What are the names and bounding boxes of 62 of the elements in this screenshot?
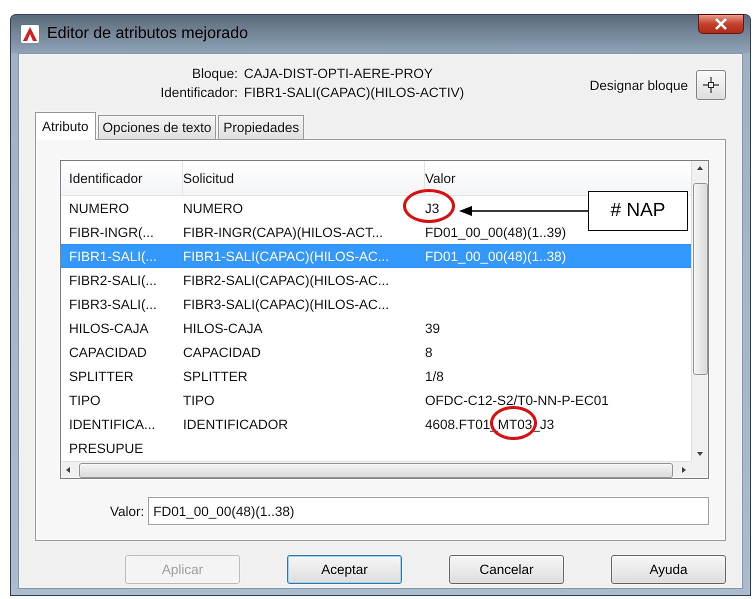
value-label: Valor: — [110, 504, 144, 518]
dialog-button[interactable]: Aceptar — [287, 555, 402, 584]
table-cell: FIBR2-SALI(... — [69, 272, 157, 288]
table-cell: FD01_00_00(48)(1..39) — [425, 224, 566, 240]
table-cell: TIPO — [69, 392, 101, 408]
table-cell: NUMERO — [69, 200, 129, 216]
info-value: FIBR1-SALI(CAPAC)(HILOS-ACTIV) — [244, 85, 466, 100]
table-cell: PRESUPUE — [69, 440, 144, 456]
table-cell: 1/8 — [425, 368, 444, 384]
table-cell: SPLITTER — [183, 368, 248, 384]
dialog-button[interactable]: Ayuda — [611, 555, 726, 584]
close-icon — [714, 18, 728, 30]
value-input[interactable]: FD01_00_00(48)(1..38) — [148, 497, 709, 525]
info-label: Bloque: — [191, 66, 238, 81]
attribute-row[interactable]: NUMERO NUMERO J3 — [61, 196, 440, 220]
table-cell: TIPO — [183, 392, 215, 408]
tab[interactable]: Propiedades — [218, 115, 304, 139]
table-cell: FIBR3-SALI(CAPAC)(HILOS-AC... — [183, 296, 390, 312]
table-cell: FIBR1-SALI(... — [69, 248, 157, 264]
attribute-row[interactable]: FIBR-INGR(... FIBR-INGR(CAPA)(HILOS-ACT... FD01_00_00(48)(1..39) — [61, 220, 566, 244]
table-cell: FIBR1-SALI(CAPAC)(HILOS-AC... — [183, 248, 390, 264]
attribute-row[interactable]: TIPO TIPO OFDC-C12-S2/T0-NN-P-EC01 — [61, 388, 609, 412]
table-cell: IDENTIFICADOR — [183, 416, 288, 432]
crosshair-icon — [703, 77, 719, 93]
attribute-row[interactable]: HILOS-CAJA HILOS-CAJA 39 — [61, 316, 440, 340]
select-block-button[interactable] — [696, 70, 726, 100]
table-cell: IDENTIFICA... — [69, 416, 156, 432]
column-header[interactable]: Identificador — [69, 161, 183, 195]
close-button[interactable] — [698, 14, 744, 34]
table-cell: J3 — [425, 200, 440, 216]
window-title: Editor de atributos mejorado — [47, 25, 249, 43]
table-cell: SPLITTER — [69, 368, 134, 384]
tab[interactable]: Opciones de texto — [98, 115, 216, 139]
table-cell: CAPACIDAD — [69, 344, 147, 360]
tab[interactable]: Atributo — [35, 112, 96, 140]
callout-label: # NAP — [588, 191, 688, 231]
dialog-button[interactable]: Cancelar — [449, 555, 564, 584]
info-label: Identificador: — [160, 85, 238, 100]
table-cell: 8 — [425, 344, 433, 360]
attribute-row[interactable]: PRESUPUE — [61, 436, 425, 460]
table-cell: NUMERO — [183, 200, 243, 216]
attribute-row[interactable]: FIBR3-SALI(... FIBR3-SALI(CAPAC)(HILOS-AC... — [61, 292, 425, 316]
horizontal-scrollbar[interactable] — [61, 461, 691, 478]
table-cell: HILOS-CAJA — [183, 320, 263, 336]
attribute-row[interactable]: SPLITTER SPLITTER 1/8 — [61, 364, 444, 388]
vertical-scrollbar[interactable] — [691, 161, 708, 461]
table-cell: 39 — [425, 320, 440, 336]
app-logo-icon — [21, 25, 39, 43]
table-cell: OFDC-C12-S2/T0-NN-P-EC01 — [425, 392, 609, 408]
column-header[interactable]: Solicitud — [183, 161, 425, 195]
table-cell: FD01_00_00(48)(1..38) — [425, 248, 566, 264]
table-cell: CAPACIDAD — [183, 344, 261, 360]
attribute-row[interactable]: CAPACIDAD CAPACIDAD 8 — [61, 340, 433, 364]
info-value: CAJA-DIST-OPTI-AERE-PROY — [244, 66, 434, 81]
table-cell: FIBR-INGR(... — [69, 224, 154, 240]
table-cell: FIBR2-SALI(CAPAC)(HILOS-AC... — [183, 272, 390, 288]
table-cell: HILOS-CAJA — [69, 320, 149, 336]
table-cell: FIBR3-SALI(... — [69, 296, 157, 312]
circle-mark — [403, 189, 455, 223]
select-block-label: Designar bloque — [590, 78, 688, 92]
attribute-row[interactable]: FIBR2-SALI(... FIBR2-SALI(CAPAC)(HILOS-AC... — [61, 268, 425, 292]
table-cell: FIBR-INGR(CAPA)(HILOS-ACT... — [183, 224, 384, 240]
